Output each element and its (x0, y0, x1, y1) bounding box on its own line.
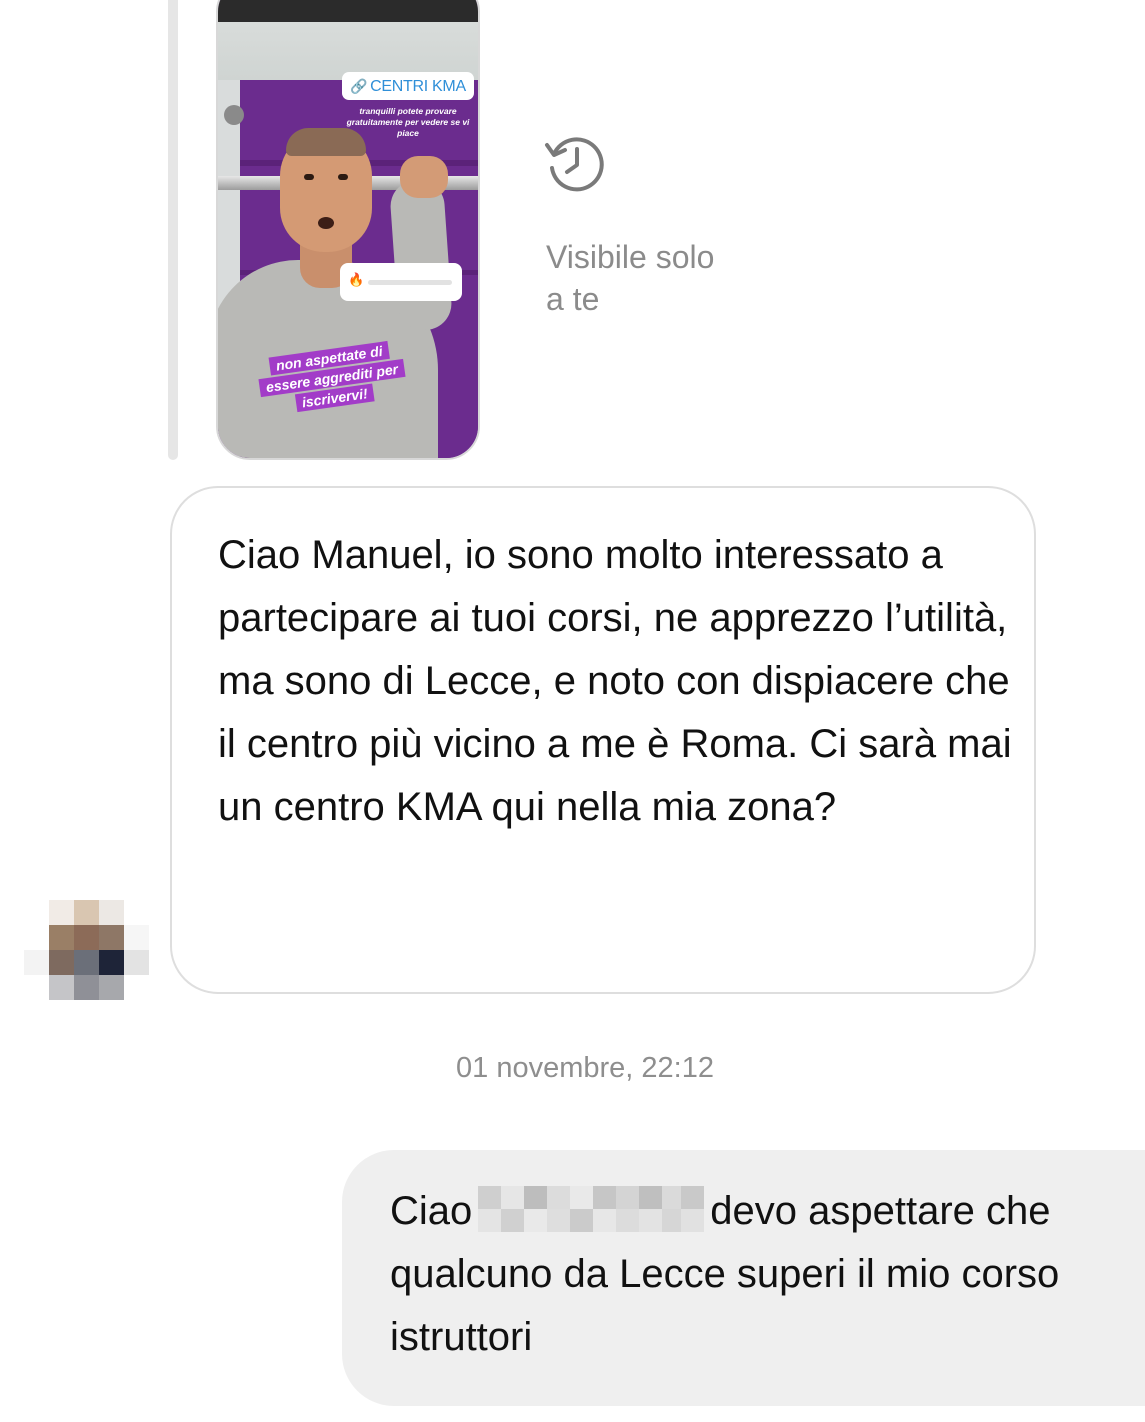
story-small-caption: tranquilli potete provare gratuitamente … (346, 106, 470, 138)
outgoing-message-text: Ciao devo aspettare che qualcuno da Lecce… (390, 1180, 1130, 1369)
incoming-message-bubble[interactable]: Ciao Manuel, io sono molto interessato a… (170, 486, 1036, 994)
slider-track (368, 280, 452, 285)
story-person-mouth (318, 217, 334, 229)
history-icon (545, 137, 604, 192)
fire-icon: 🔥 (348, 272, 365, 287)
incoming-message-text: Ciao Manuel, io sono molto interessato a… (218, 533, 1012, 829)
story-emoji-slider[interactable]: 🔥 (340, 263, 462, 301)
story-person-eye (338, 174, 348, 180)
visibility-note: Visibile solo a te (546, 239, 715, 317)
outgoing-greeting: Ciao (390, 1189, 473, 1233)
story-vent (224, 105, 244, 125)
story-link-sticker[interactable]: 🔗 CENTRI KMA (342, 72, 474, 100)
reply-thread-bar (168, 0, 178, 460)
story-person-hand (400, 156, 448, 198)
avatar[interactable] (24, 900, 150, 1000)
message-timestamp: 01 novembre, 22:12 (456, 1052, 714, 1084)
redacted-name (478, 1186, 705, 1233)
story-ceiling-shadow (218, 0, 478, 22)
story-thumbnail[interactable]: 🔗 CENTRI KMA tranquilli potete provare gr… (216, 0, 480, 460)
story-person-eye (304, 174, 314, 180)
story-link-label: CENTRI KMA (370, 78, 466, 95)
link-icon: 🔗 (350, 78, 368, 94)
outgoing-message-bubble[interactable]: Ciao devo aspettare che qualcuno da Lecce… (342, 1150, 1145, 1406)
story-person-arm (388, 178, 454, 332)
